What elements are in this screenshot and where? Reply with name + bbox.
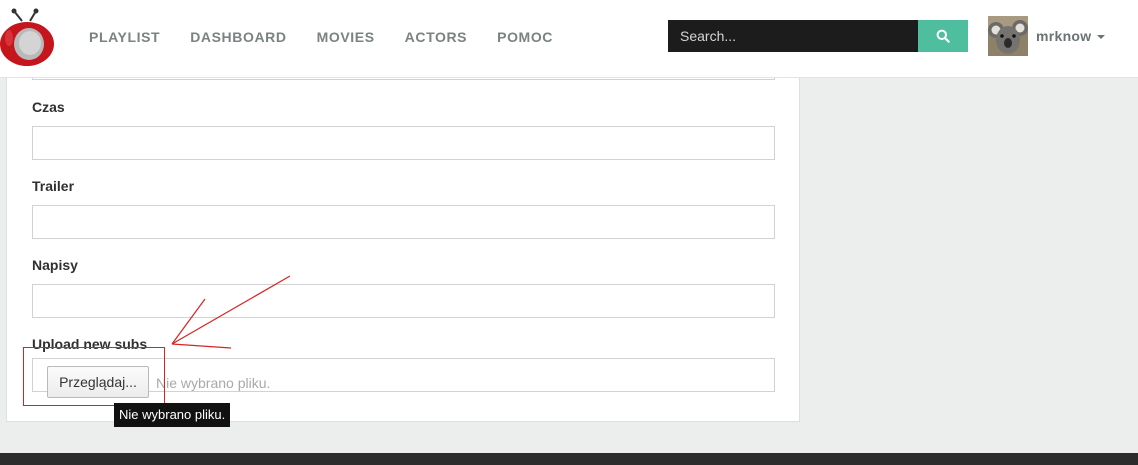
- tooltip: Nie wybrano pliku.: [114, 403, 231, 427]
- annotation-arrow-icon: [171, 275, 291, 349]
